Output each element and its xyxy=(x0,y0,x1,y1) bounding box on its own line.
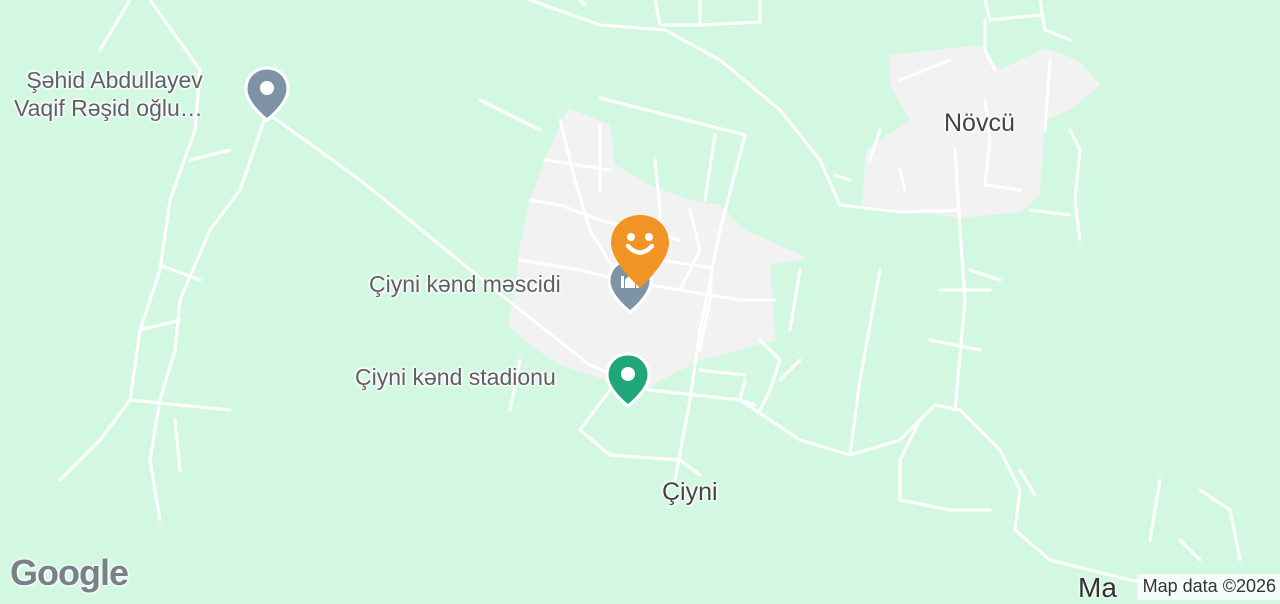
grey-location-pin-icon[interactable] xyxy=(243,66,291,124)
poi-label-line1: Şəhid Abdullayev xyxy=(26,67,203,93)
map-attribution: Map data ©2026 xyxy=(1136,574,1280,600)
poi-label-shahid-abdullayev[interactable]: Şəhid Abdullayev Vaqif Rəşid oğlu… xyxy=(14,66,203,122)
green-location-pin-icon[interactable] xyxy=(604,352,652,410)
place-label-cut-off: Ma xyxy=(1078,572,1117,603)
place-label-novcu[interactable]: Növcü xyxy=(944,109,1015,138)
poi-label-line2: Vaqif Rəşid oğlu… xyxy=(14,95,203,121)
poi-label-stadium[interactable]: Çiyni kənd stadionu xyxy=(355,364,556,391)
google-logo: Google xyxy=(10,552,129,593)
poi-label-mosque[interactable]: Çiyni kənd məscidi xyxy=(369,271,561,298)
place-label-ciyni[interactable]: Çiyni xyxy=(662,478,718,507)
smiley-marker-icon[interactable] xyxy=(606,212,674,292)
